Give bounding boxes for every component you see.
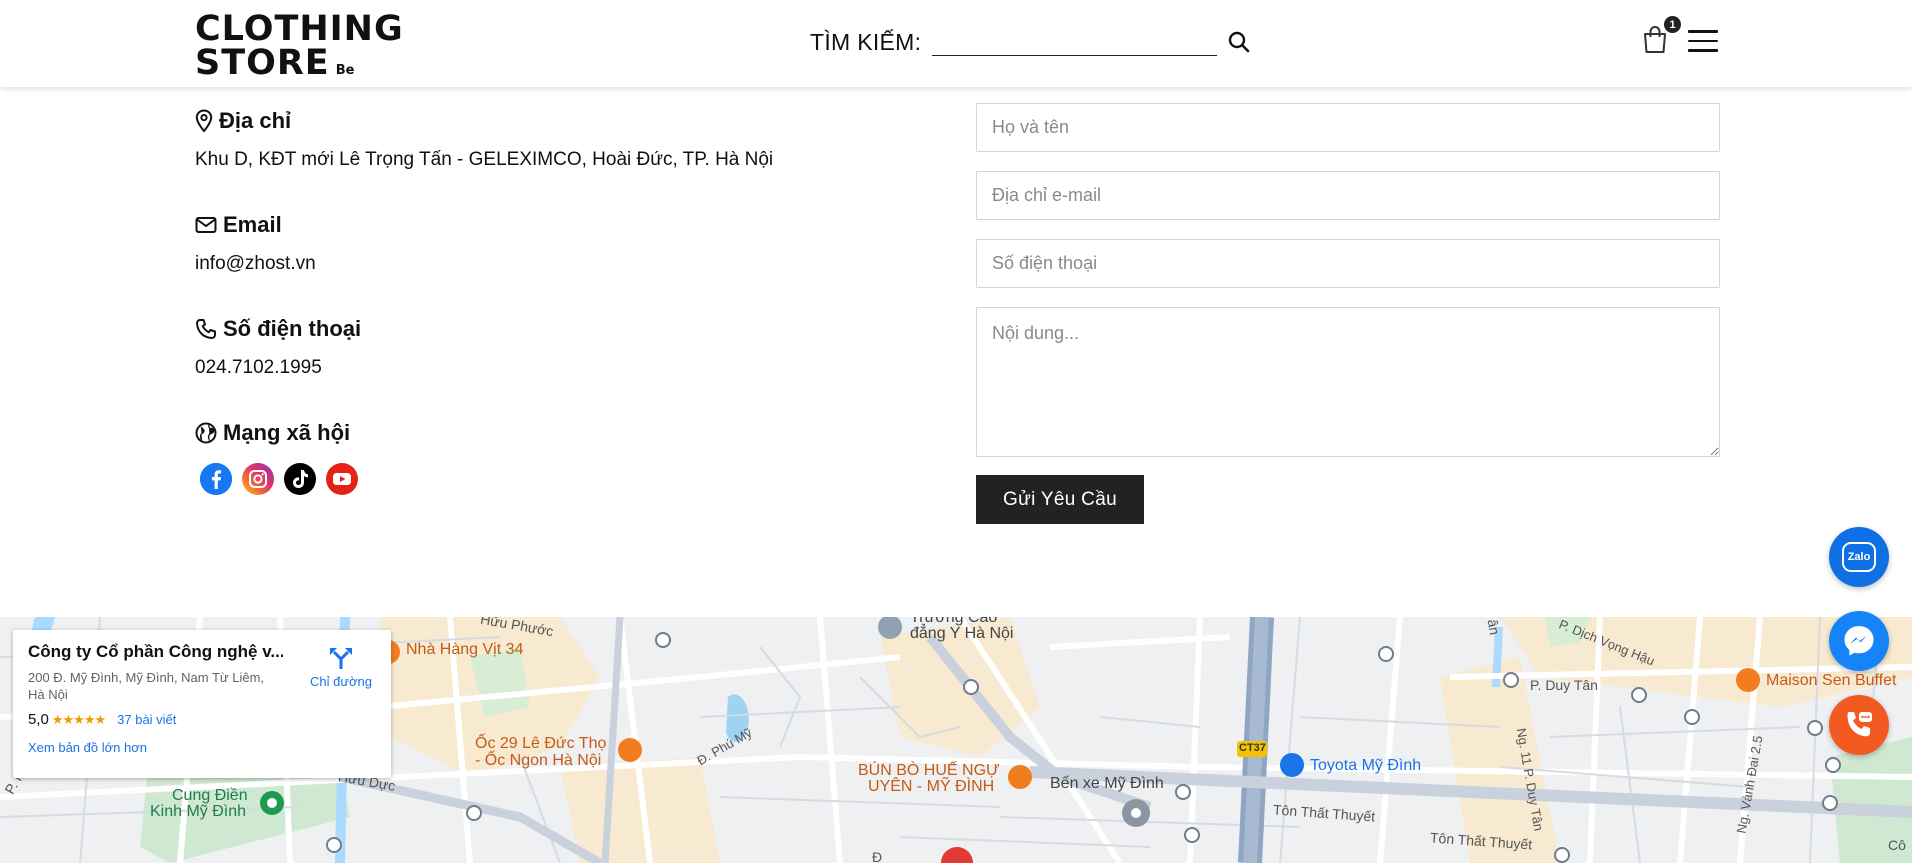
rating-stars: ★★★★★ [51, 711, 106, 727]
contact-form: Gửi Yêu Cầu [976, 103, 1720, 524]
globe-icon [195, 422, 217, 444]
email-field[interactable] [976, 171, 1720, 220]
search-bar: TÌM KIẾM: [810, 28, 1253, 56]
logo-suffix: Be [335, 63, 355, 79]
zalo-icon: Zalo [1842, 542, 1876, 572]
social-heading-text: Mạng xã hội [223, 420, 351, 445]
menu-line [1688, 49, 1718, 52]
directions-label: Chỉ đường [309, 674, 373, 689]
map-label-truong-cao-dang-2[interactable]: đẳng Y Hà Nội [910, 625, 1013, 643]
logo-line-1: CLOTHING [195, 9, 404, 49]
search-input[interactable] [932, 28, 1218, 56]
social-links [195, 463, 358, 495]
zalo-label: Zalo [1847, 551, 1871, 563]
map-label-ben-xe[interactable]: Bến xe Mỹ Đình [1050, 775, 1164, 793]
phone-text[interactable]: 024.7102.1995 [195, 357, 361, 385]
view-larger-map-link[interactable]: Xem bản đồ lớn hơn [28, 740, 376, 755]
search-icon[interactable] [1225, 28, 1253, 56]
cart-count-badge: 1 [1664, 16, 1681, 33]
phone-heading-text: Số điện thoại [223, 316, 362, 341]
map-label-p-duy-tan: P. Duy Tân [1530, 677, 1598, 693]
directions-icon [330, 648, 352, 669]
map-pin-icon [195, 109, 213, 133]
shopping-bag-icon[interactable]: 1 [1642, 16, 1681, 56]
reviews-link[interactable]: 37 bài viết [117, 712, 176, 727]
map-label-con: Cô [1888, 837, 1906, 853]
phone-field[interactable] [976, 239, 1720, 288]
email-block: Email info@zhost.vn [195, 209, 316, 281]
phone-call-icon [1847, 712, 1872, 737]
message-field[interactable] [976, 307, 1720, 457]
address-text: Khu D, KĐT mới Lê Trọng Tấn - GELEXIMCO,… [195, 149, 774, 170]
rating-value: 5,0 [28, 711, 49, 728]
site-header: CLOTHING STORE Be TÌM KIẾM: 1 [0, 0, 1912, 87]
zalo-chat-button[interactable]: Zalo [1829, 527, 1889, 587]
email-heading: Email [195, 209, 316, 241]
logo-line-2-text: STORE [195, 43, 330, 84]
map-label-d: Đ [872, 849, 883, 863]
directions-button[interactable]: Chỉ đường [296, 645, 386, 689]
address-block: Địa chỉ Khu D, KĐT mới Lê Trọng Tấn - GE… [195, 105, 773, 177]
map-label-bun-bo-2[interactable]: UYÊN - MỸ ĐÌNH [868, 778, 994, 796]
messenger-button[interactable] [1829, 611, 1889, 671]
facebook-icon[interactable] [200, 463, 232, 495]
address-heading-text: Địa chỉ [219, 108, 292, 133]
submit-request-button[interactable]: Gửi Yêu Cầu [976, 475, 1144, 524]
map-label-cung-dien-2[interactable]: Kinh Mỹ Đình [150, 803, 246, 821]
menu-line [1688, 39, 1718, 42]
call-button[interactable] [1829, 695, 1889, 755]
map-label-toyota[interactable]: Toyota Mỹ Đình [1310, 757, 1421, 775]
envelope-icon [195, 217, 217, 233]
instagram-icon[interactable] [242, 463, 274, 495]
place-title: Công ty Cổ phần Công nghệ v... [28, 642, 283, 661]
map-label-nha-hang[interactable]: Nhà Hàng Vịt 34 [406, 641, 523, 659]
logo-line-2: STORE Be [195, 43, 404, 84]
social-heading: Mạng xã hội [195, 417, 358, 449]
email-text[interactable]: info@zhost.vn [195, 253, 316, 281]
map-place-card: Công ty Cổ phần Công nghệ v... 200 Đ. Mỹ… [13, 630, 391, 778]
messenger-icon [1844, 626, 1874, 656]
tiktok-icon[interactable] [284, 463, 316, 495]
address-heading: Địa chỉ [195, 105, 773, 137]
name-field[interactable] [976, 103, 1720, 152]
menu-line [1688, 30, 1718, 33]
map-label-oc-2[interactable]: - Ốc Ngon Hà Nội [475, 752, 601, 770]
store-logo[interactable]: CLOTHING STORE Be [195, 9, 404, 84]
hamburger-menu-icon[interactable] [1688, 30, 1718, 54]
map-label-maison[interactable]: Maison Sen Buffet [1766, 672, 1896, 690]
phone-heading: Số điện thoại [195, 313, 361, 345]
map-label-ct37: CT37 [1239, 742, 1266, 754]
youtube-icon[interactable] [326, 463, 358, 495]
place-rating: 5,0 ★★★★★ 37 bài viết [28, 711, 376, 728]
email-heading-text: Email [223, 212, 282, 237]
map-label-an: ân [1484, 617, 1504, 637]
search-label: TÌM KIẾM: [810, 28, 922, 55]
place-address: 200 Đ. Mỹ Đình, Mỹ Đình, Nam Từ Liêm, Hà… [28, 670, 265, 702]
map-label-oc-1[interactable]: Ốc 29 Lê Đức Thọ [475, 735, 606, 753]
phone-block: Số điện thoại 024.7102.1995 [195, 313, 361, 385]
phone-icon [196, 319, 216, 339]
social-block: Mạng xã hội [195, 417, 358, 495]
